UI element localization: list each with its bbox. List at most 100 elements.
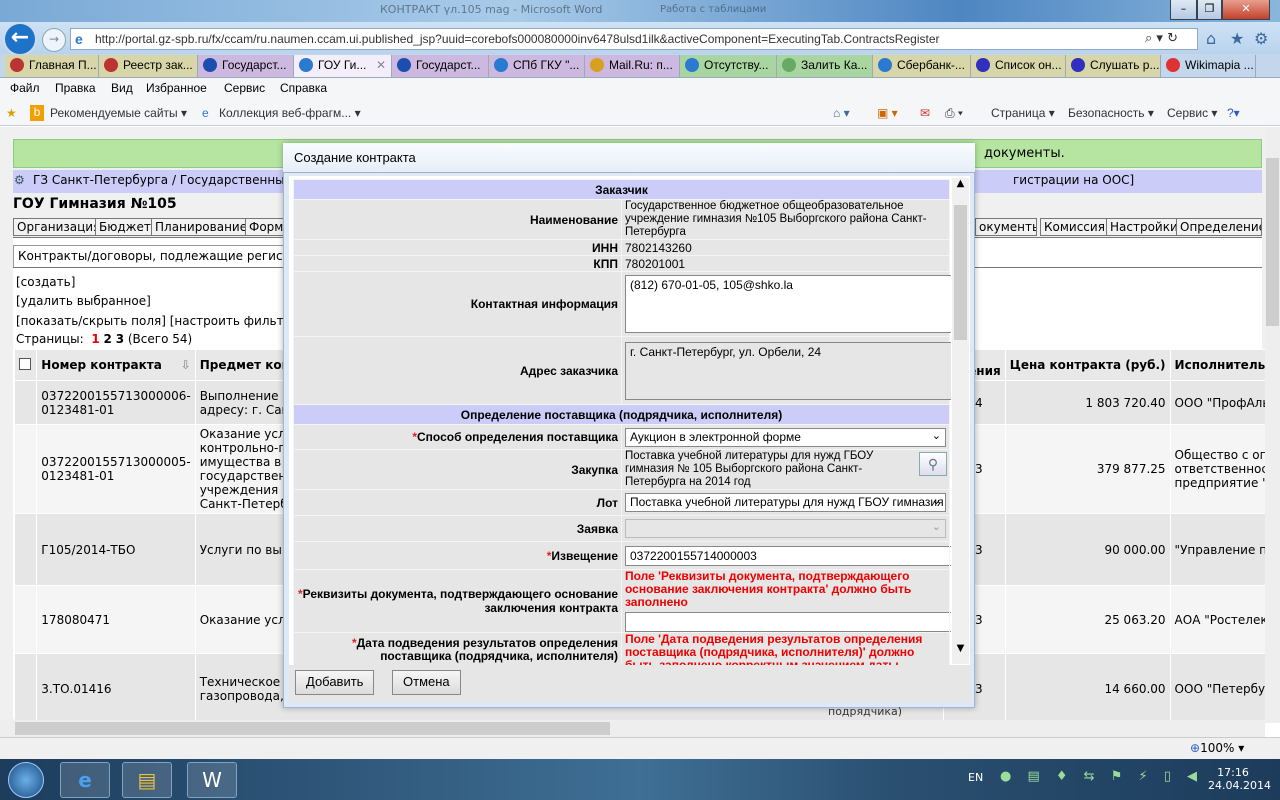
contract-form: Заказчик Наименование Государственное бюд… [293,179,951,665]
rss-icon[interactable]: ▣ ▾ [877,106,898,120]
page-2[interactable]: 2 [104,332,112,346]
zoom-control[interactable]: ⊕100% ▾ [1190,741,1244,755]
address-bar[interactable]: e http://portal.gz-spb.ru/fx/ccam/ru.naum… [70,28,1198,50]
cancel-button[interactable]: Отмена [392,670,461,695]
language-indicator[interactable]: EN [968,771,983,784]
contract-number[interactable]: 0372200155713000006-0123481-01 [36,380,196,425]
favorites-star-icon[interactable]: ★ [1230,29,1244,48]
taskbar-ie-icon[interactable]: e [60,762,110,798]
web-slice-gallery[interactable]: Коллекция веб-фрагм... ▾ [219,106,361,120]
mail-icon[interactable]: ✉ [920,106,930,120]
tray-icons[interactable]: ● ▤ ♦ ⇆ ⚑ ⚡ ▯ ◀ [1000,769,1203,784]
home-cmd-icon[interactable]: ⌂ ▾ [833,106,850,120]
start-button[interactable] [8,762,44,798]
page-3[interactable]: 3 [116,332,124,346]
requisites-input[interactable] [625,612,951,632]
tab-label: Залить Ка... [801,58,868,72]
browser-tab[interactable]: Главная П... [5,55,99,77]
gear-icon[interactable]: ⚙ [1254,29,1268,48]
menu-tools[interactable]: Сервис [224,81,265,95]
browser-tab[interactable]: Отсутству... [680,55,777,77]
tab-planning[interactable]: Планирование [151,218,252,236]
browser-tab[interactable]: Государст... [392,55,489,77]
lot-select[interactable]: Поставка учебной литературы для нужд ГБО… [625,493,946,512]
tab-favicon-icon [1166,58,1180,72]
taskbar-word-icon[interactable]: W [187,762,237,798]
contract-number[interactable]: 0372200155713000005-0123481-01 [36,424,196,514]
row-checkbox[interactable] [13,513,38,586]
menu-favorites[interactable]: Избранное [146,81,207,95]
browser-tab[interactable]: Wikimapia ... [1161,55,1256,77]
browser-tab[interactable]: Список он... [971,55,1066,77]
dialog-scroll-thumb[interactable] [954,205,967,340]
row-checkbox[interactable] [13,653,38,724]
search-purchase-button[interactable]: ⚲ [919,452,947,476]
maximize-button[interactable]: ❐ [1197,0,1222,20]
tab-label: ГОУ Ги... [318,58,367,72]
contract-number[interactable]: 3.ТО.01416 [36,653,196,724]
browser-tab[interactable]: СПб ГКУ "... [489,55,585,77]
page-scroll-thumb[interactable] [1266,158,1279,326]
add-favorites-icon[interactable]: ★ [6,106,17,120]
safety-menu[interactable]: Безопасность ▾ [1068,106,1154,120]
menu-help[interactable]: Справка [280,81,327,95]
breadcrumb-tail[interactable]: гистрации на ООС] [1013,173,1134,187]
suggested-sites[interactable]: Рекомендуемые сайты ▾ [50,106,187,120]
tab-budget[interactable]: Бюджет [95,218,155,236]
method-select[interactable]: Аукцион в электронной форме ⌄ [625,427,946,447]
browser-tab[interactable]: ГОУ Ги... ✕ [294,55,392,77]
menu-edit[interactable]: Правка [55,81,96,95]
row-checkbox[interactable] [13,380,38,425]
dialog-title[interactable]: Создание контракта [283,143,975,173]
close-tab-icon[interactable]: ✕ [376,58,386,72]
search-refresh-icons[interactable]: ⌕ ▾ ↻ [1145,31,1178,46]
tab-settings[interactable]: Настройки [1106,218,1182,236]
browser-tab[interactable]: Mail.Ru: п... [585,55,680,77]
forward-button[interactable]: → [42,28,66,52]
browser-tab[interactable]: Слушать р... [1066,55,1161,77]
row-checkbox[interactable] [13,585,38,654]
col-executor[interactable]: Исполнитель [1169,349,1280,381]
print-icon[interactable]: ⎙ ▾ [945,106,963,121]
notice-input[interactable]: 0372200155714000003 [625,545,951,566]
minimize-button[interactable]: – [1170,0,1197,20]
subtab-contracts[interactable]: Контракты/договоры, подлежащие регистрац… [13,245,293,268]
col-number[interactable]: Номер контракта ⇩ [36,349,196,381]
page-menu[interactable]: Страница ▾ [991,106,1055,120]
row-checkbox[interactable] [13,424,38,514]
contract-number[interactable]: Г105/2014-ТБО [36,513,196,586]
select-all-checkbox[interactable] [13,349,38,381]
fields-filter-links[interactable]: [показать/скрыть поля] [настроить фильтр… [16,314,318,328]
tab-commission[interactable]: Комиссия [1040,218,1109,236]
back-button[interactable]: ← [3,22,37,56]
contact-textarea[interactable]: (812) 670-01-05, 105@shko.la⌃⌄ [625,275,951,333]
sort-arrow-icon[interactable]: ⇩ [181,358,191,372]
create-link[interactable]: [создать] [16,275,75,289]
menu-view[interactable]: Вид [111,81,133,95]
tab-label: Wikimapia ... [1185,58,1254,72]
tab-documents[interactable]: окументы [975,218,1037,236]
address-textarea[interactable]: г. Санкт-Петербург, ул. Орбели, 24⌃⌄ [625,341,951,400]
help-icon[interactable]: ?▾ [1227,106,1240,120]
tools-menu[interactable]: Сервис ▾ [1167,106,1217,120]
add-button[interactable]: Добавить [295,670,375,695]
page-hscroll-thumb[interactable] [15,722,610,735]
close-button[interactable]: ✕ [1222,0,1270,20]
browser-tab[interactable]: Залить Ка... [777,55,873,77]
date-label: Дата подведения результатов определения … [356,636,618,663]
tab-supplier-determination[interactable]: Определение п [1176,218,1262,236]
browser-tab[interactable]: Сбербанк-... [873,55,971,77]
delete-selected-link[interactable]: [удалить выбранное] [16,294,151,308]
tab-forming[interactable]: Форми [245,218,285,236]
taskbar-explorer-icon[interactable]: ▤ [122,762,172,798]
contract-number[interactable]: 178080471 [36,585,196,654]
application-select[interactable]: ⌄ [625,519,946,538]
clock[interactable]: 17:16 24.04.2014 [1208,766,1271,792]
browser-tab[interactable]: Реестр зак... [99,55,198,77]
browser-tab[interactable]: Государст... [198,55,294,77]
home-icon[interactable]: ⌂ [1206,29,1216,48]
menu-file[interactable]: Файл [10,81,40,95]
tab-organization[interactable]: Организация [13,218,105,236]
tab-favicon-icon [1071,58,1085,72]
col-price[interactable]: Цена контракта (руб.) [1004,349,1171,381]
